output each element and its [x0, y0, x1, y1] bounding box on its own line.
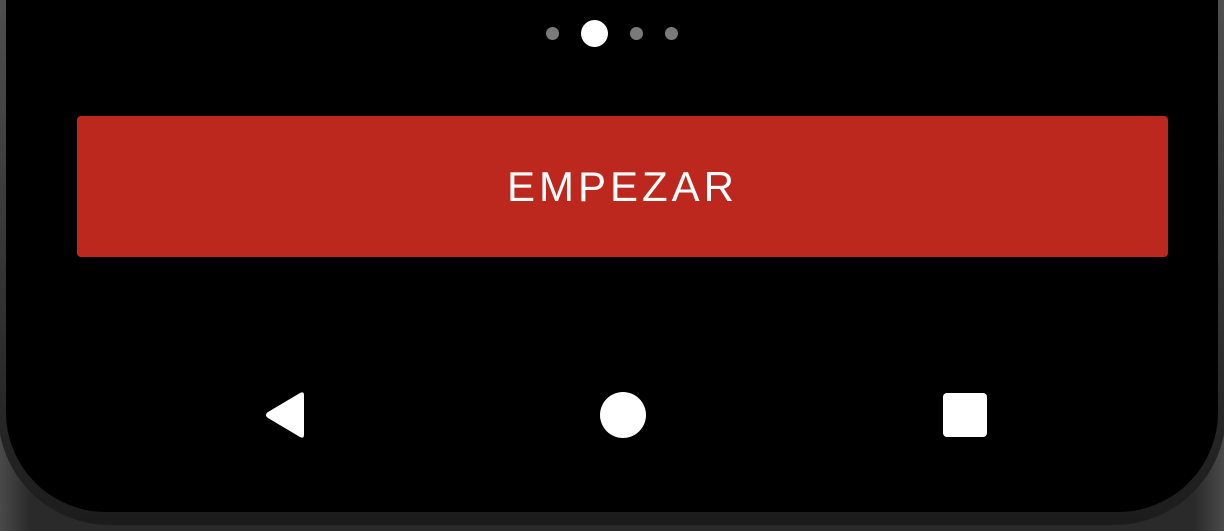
back-button[interactable] — [250, 380, 320, 450]
system-nav-bar — [6, 380, 1218, 450]
page-dot-4[interactable] — [665, 27, 678, 40]
start-button-label: EMPEZAR — [506, 162, 739, 210]
page-dot-3[interactable] — [630, 27, 643, 40]
page-dot-2-active[interactable] — [581, 20, 608, 47]
page-indicator — [6, 20, 1218, 47]
recents-square-icon — [943, 393, 987, 437]
recents-button[interactable] — [930, 380, 1000, 450]
page-dot-1[interactable] — [546, 27, 559, 40]
device-stage: EMPEZAR — [0, 0, 1224, 531]
home-circle-icon — [600, 392, 646, 438]
back-triangle-icon — [266, 392, 304, 438]
start-button[interactable]: EMPEZAR — [77, 116, 1168, 257]
phone-screen: EMPEZAR — [6, 0, 1218, 512]
home-button[interactable] — [588, 380, 658, 450]
